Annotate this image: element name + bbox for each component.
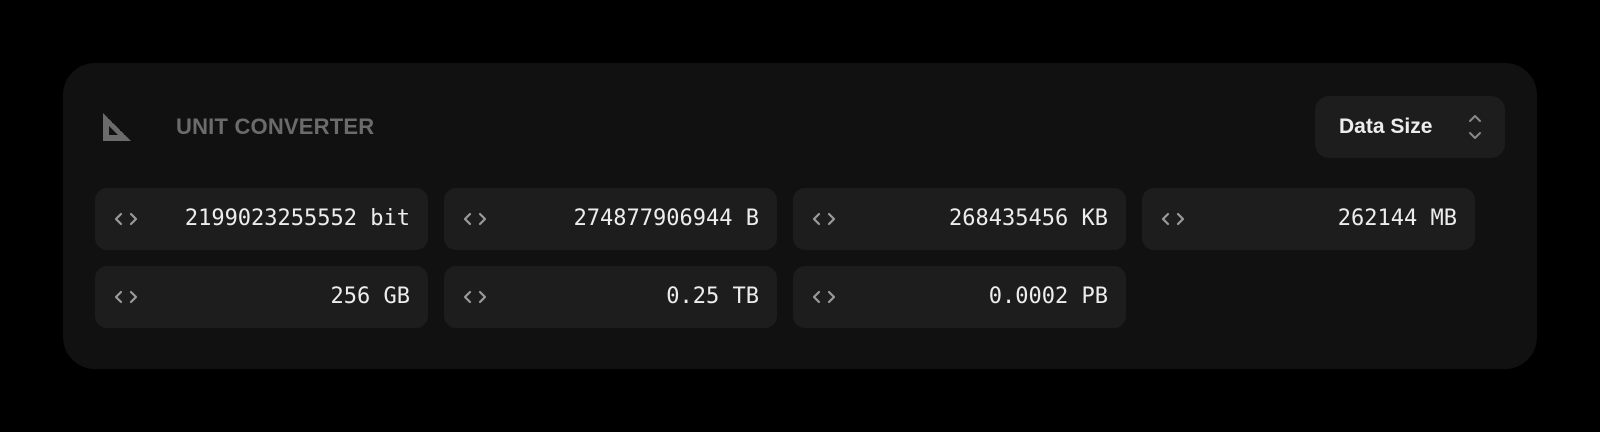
category-select[interactable]: Data Size (1315, 96, 1505, 158)
chevron-up-down-icon (1469, 115, 1481, 139)
converter-header: UNIT CONVERTER Data Size (63, 63, 1537, 191)
conversion-value: 0.0002 PB (988, 284, 1108, 309)
conversion-field-gb[interactable]: 256 GB (95, 266, 428, 328)
page-title: UNIT CONVERTER (176, 114, 375, 139)
conversion-value: 262144 MB (1337, 206, 1457, 231)
code-brackets-icon (463, 212, 487, 226)
code-brackets-icon (1161, 212, 1185, 226)
conversion-grid: 2199023255552 bit 274877906944 B 2684354… (95, 188, 1475, 328)
conversion-field-b[interactable]: 274877906944 B (444, 188, 777, 250)
conversion-value: 0.25 TB (666, 284, 759, 309)
conversion-value: 2199023255552 bit (184, 206, 410, 231)
conversion-value: 256 GB (330, 284, 410, 309)
ruler-triangle-icon (103, 113, 131, 141)
conversion-field-kb[interactable]: 268435456 KB (793, 188, 1126, 250)
unit-converter-card: UNIT CONVERTER Data Size 2199023255552 b… (63, 63, 1537, 369)
code-brackets-icon (114, 212, 138, 226)
code-brackets-icon (812, 290, 836, 304)
conversion-field-pb[interactable]: 0.0002 PB (793, 266, 1126, 328)
code-brackets-icon (463, 290, 487, 304)
conversion-field-bit[interactable]: 2199023255552 bit (95, 188, 428, 250)
code-brackets-icon (812, 212, 836, 226)
category-select-label: Data Size (1339, 115, 1433, 138)
conversion-field-mb[interactable]: 262144 MB (1142, 188, 1475, 250)
conversion-value: 274877906944 B (573, 206, 759, 231)
conversion-value: 268435456 KB (949, 206, 1108, 231)
code-brackets-icon (114, 290, 138, 304)
conversion-field-tb[interactable]: 0.25 TB (444, 266, 777, 328)
